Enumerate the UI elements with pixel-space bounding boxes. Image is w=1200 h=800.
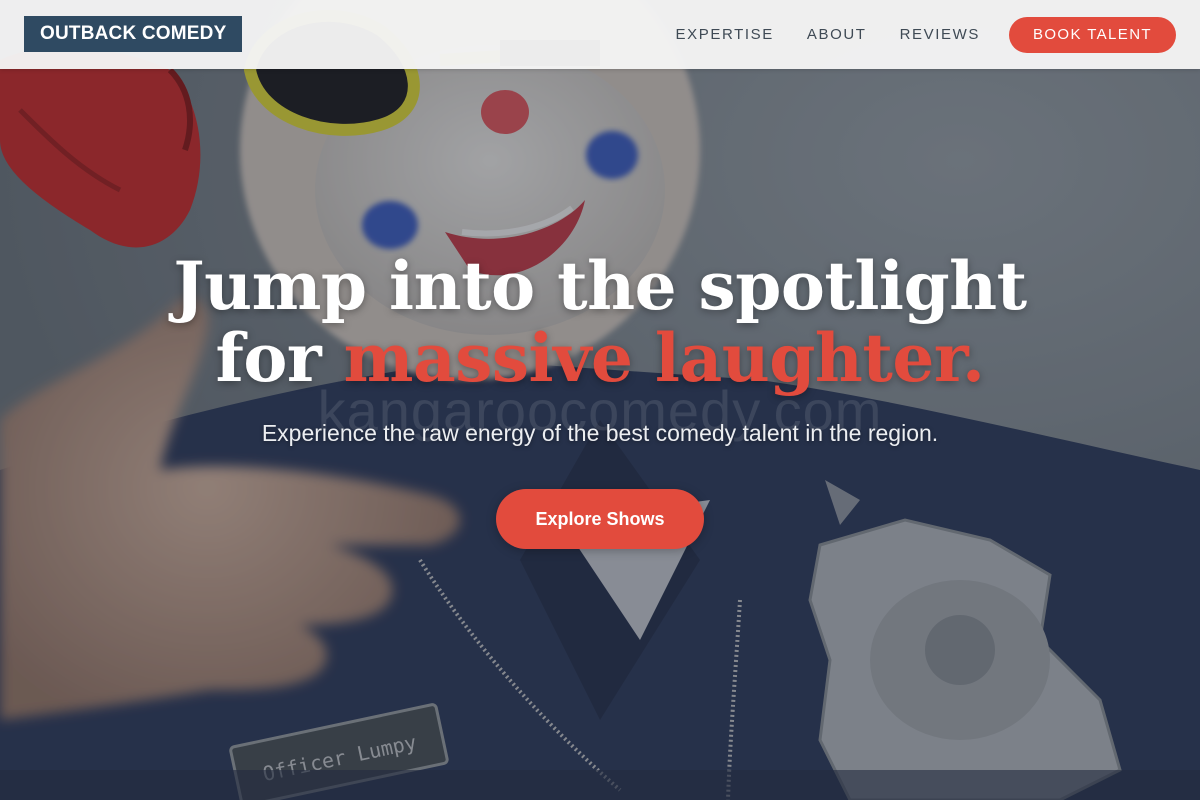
- hero-section: Officer Lumpy kangaroocomedy.com Jump in…: [0, 0, 1200, 800]
- hero-headline: Jump into the spotlight for massive laug…: [0, 250, 1200, 394]
- nav-link-about[interactable]: ABOUT: [807, 26, 867, 43]
- hero-subheading: Experience the raw energy of the best co…: [261, 420, 939, 446]
- headline-line-2-plain: for: [215, 319, 344, 397]
- headline-line-2-accent: massive laughter.: [343, 319, 985, 397]
- book-talent-button[interactable]: BOOK TALENT: [1008, 16, 1176, 53]
- site-logo[interactable]: OUTBACK COMEDY: [24, 16, 243, 52]
- hero-content: Jump into the spotlight for massive laug…: [0, 250, 1200, 549]
- explore-shows-button[interactable]: Explore Shows: [496, 489, 704, 549]
- main-nav: EXPERTISE ABOUT REVIEWS BOOK TALENT: [676, 0, 1176, 69]
- headline-line-1: Jump into the spotlight: [173, 247, 1027, 325]
- nav-link-expertise[interactable]: EXPERTISE: [676, 26, 774, 43]
- site-header: OUTBACK COMEDY EXPERTISE ABOUT REVIEWS B…: [0, 0, 1200, 69]
- nav-link-reviews[interactable]: REVIEWS: [900, 26, 980, 43]
